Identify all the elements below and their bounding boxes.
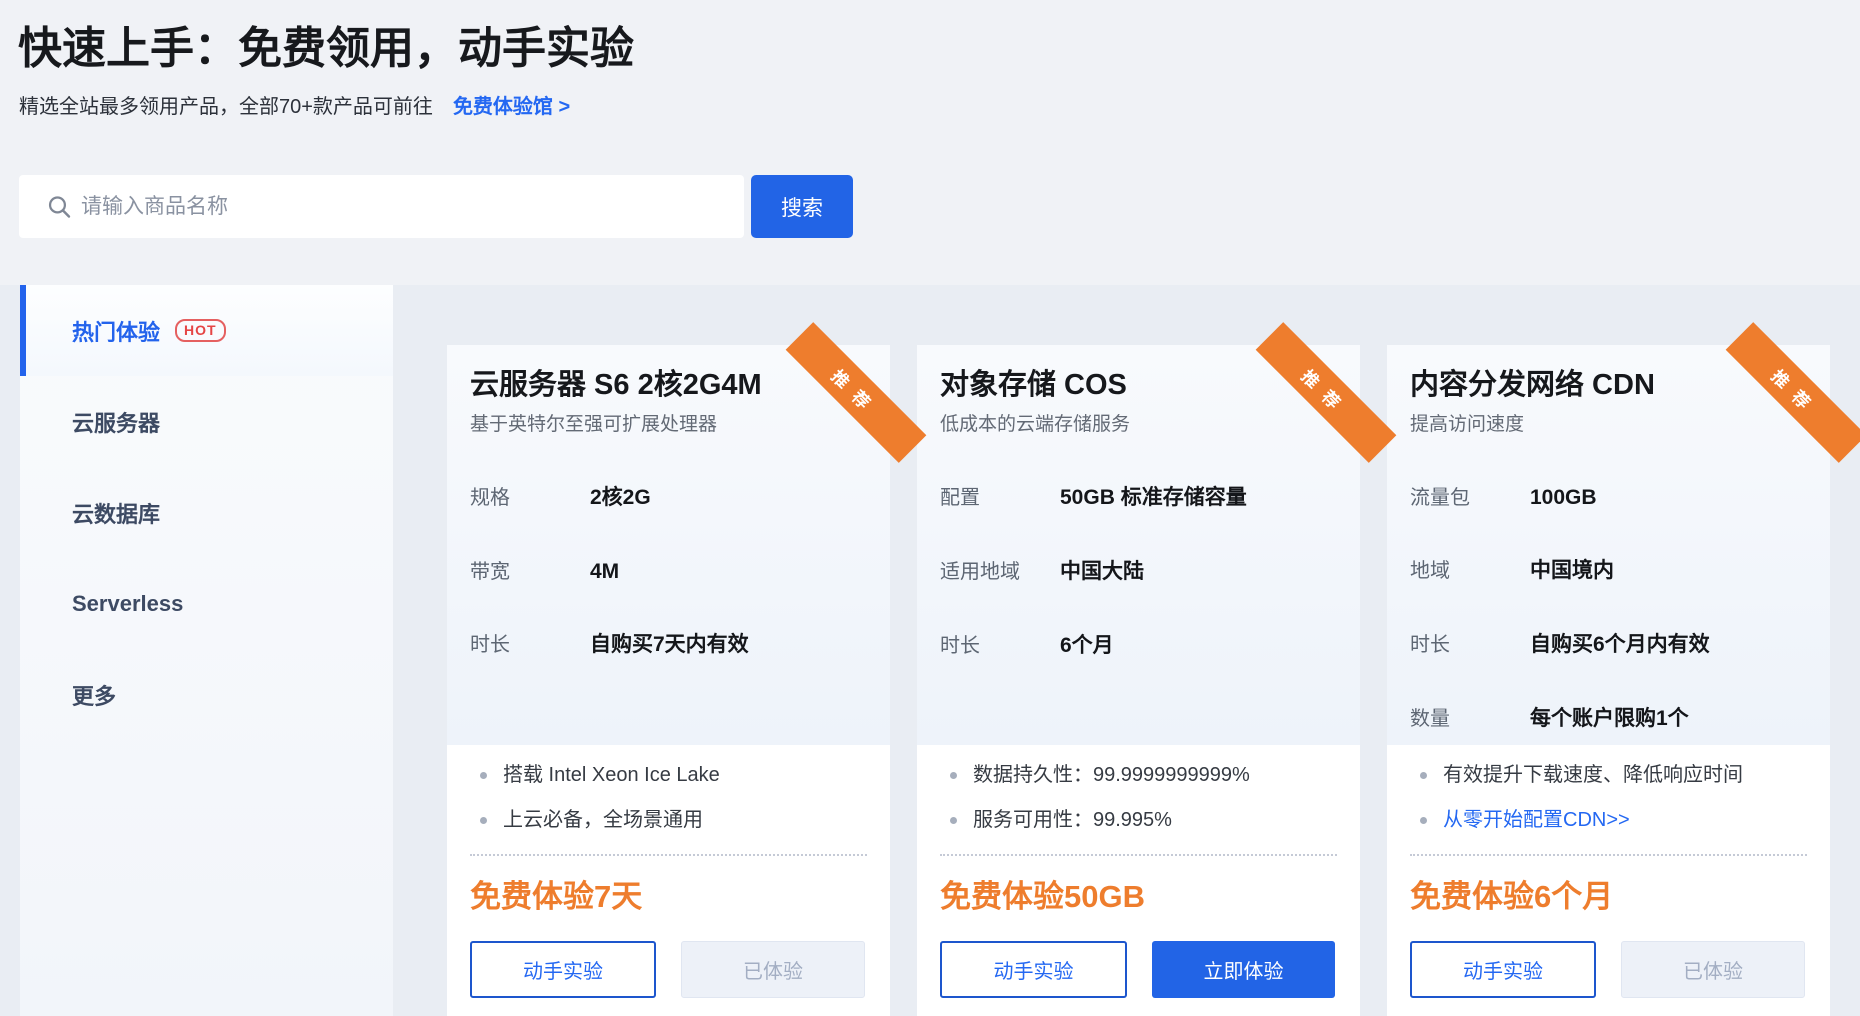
sidebar: 热门体验 HOT 云服务器 云数据库 Serverless 更多: [20, 285, 393, 1016]
action-button[interactable]: 动手实验: [470, 941, 656, 998]
search-button[interactable]: 搜索: [751, 175, 853, 238]
spec-value: 中国大陆: [1060, 555, 1144, 585]
free-trial-page: 快速上手：免费领用，动手实验 精选全站最多领用产品，全部70+款产品可前往 免费…: [0, 0, 1860, 1016]
card-buttons: 动手实验已体验: [1410, 941, 1805, 998]
spec-label: 时长: [470, 628, 590, 657]
spec-row: 时长 自购买7天内有效: [470, 628, 872, 658]
spec-label: 带宽: [470, 555, 590, 584]
product-card: 云服务器 S6 2核2G4M 基于英特尔至强可扩展处理器 规格 2核2G 带宽 …: [447, 345, 890, 1016]
card-title: 对象存储 COS: [940, 361, 1127, 403]
card-spec-section: 云服务器 S6 2核2G4M 基于英特尔至强可扩展处理器 规格 2核2G 带宽 …: [447, 345, 890, 745]
sidebar-item[interactable]: 云服务器: [20, 376, 393, 467]
sidebar-item[interactable]: Serverless: [20, 558, 393, 649]
bullet-link[interactable]: 从零开始配置CDN>>: [1410, 807, 1807, 834]
free-trial-hall-link[interactable]: 免费体验馆 >: [453, 90, 570, 119]
promo-text: 免费体验50GB: [940, 871, 1145, 916]
spec-row: 带宽 4M: [470, 555, 872, 584]
spec-row: 流量包 100GB: [1410, 481, 1812, 510]
sidebar-item[interactable]: 云数据库: [20, 467, 393, 558]
bullet-item: 搭载 Intel Xeon Ice Lake: [470, 762, 867, 789]
search-box: [19, 175, 744, 238]
action-button[interactable]: 已体验: [1621, 941, 1805, 998]
spec-label: 适用地域: [940, 555, 1060, 584]
action-button[interactable]: 已体验: [681, 941, 865, 998]
dotted-divider: [1410, 854, 1807, 856]
bullet-item: 服务可用性：99.995%: [940, 807, 1337, 834]
card-subtitle: 低成本的云端存储服务: [940, 409, 1130, 436]
promo-text: 免费体验7天: [470, 871, 642, 916]
spec-value: 自购买7天内有效: [590, 628, 749, 658]
bullet-text: 搭载 Intel Xeon Ice Lake: [503, 764, 720, 786]
action-button[interactable]: 动手实验: [1410, 941, 1596, 998]
spec-label: 规格: [470, 481, 590, 510]
bullet-list: 数据持久性：99.9999999999% 服务可用性：99.995%: [940, 762, 1337, 852]
sidebar-item-label: Serverless: [72, 591, 183, 617]
spec-list: 配置 50GB 标准存储容量 适用地域 中国大陆 时长 6个月: [940, 481, 1342, 703]
page-subtitle: 精选全站最多领用产品，全部70+款产品可前往 免费体验馆 >: [19, 90, 570, 119]
sidebar-item-label: 热门体验: [72, 315, 160, 347]
spec-label: 配置: [940, 481, 1060, 510]
spec-row: 时长 6个月: [940, 629, 1342, 659]
bullet-text: 从零开始配置CDN>>: [1443, 809, 1630, 831]
spec-value: 4M: [590, 560, 619, 584]
hot-badge: HOT: [175, 319, 226, 342]
bullet-text: 服务可用性：99.995%: [973, 809, 1172, 831]
spec-value: 100GB: [1530, 486, 1597, 510]
card-buttons: 动手实验已体验: [470, 941, 865, 998]
bullet-list: 搭载 Intel Xeon Ice Lake 上云必备，全场景通用: [470, 762, 867, 852]
dotted-divider: [470, 854, 867, 856]
spec-value: 自购买6个月内有效: [1530, 628, 1710, 658]
sidebar-item[interactable]: 热门体验 HOT: [20, 285, 393, 376]
card-subtitle: 提高访问速度: [1410, 409, 1524, 436]
bullet-text: 上云必备，全场景通用: [503, 809, 703, 831]
spec-row: 适用地域 中国大陆: [940, 555, 1342, 585]
spec-row: 地域 中国境内: [1410, 554, 1812, 584]
spec-row: 数量 每个账户限购1个: [1410, 702, 1812, 732]
product-card: 对象存储 COS 低成本的云端存储服务 配置 50GB 标准存储容量 适用地域 …: [917, 345, 1360, 1016]
bullet-text: 数据持久性：99.9999999999%: [973, 764, 1250, 786]
sidebar-item-label: 云服务器: [72, 406, 160, 438]
bullet-text: 有效提升下载速度、降低响应时间: [1443, 764, 1743, 786]
bullet-item: 有效提升下载速度、降低响应时间: [1410, 762, 1807, 789]
spec-label: 地域: [1410, 554, 1530, 583]
spec-label: 流量包: [1410, 481, 1530, 510]
bullet-item: 数据持久性：99.9999999999%: [940, 762, 1337, 789]
action-button[interactable]: 动手实验: [940, 941, 1127, 998]
card-spec-section: 对象存储 COS 低成本的云端存储服务 配置 50GB 标准存储容量 适用地域 …: [917, 345, 1360, 745]
spec-value: 50GB 标准存储容量: [1060, 481, 1247, 511]
sidebar-item[interactable]: 更多: [20, 649, 393, 740]
spec-value: 每个账户限购1个: [1530, 702, 1689, 732]
card-title: 内容分发网络 CDN: [1410, 361, 1655, 403]
spec-row: 时长 自购买6个月内有效: [1410, 628, 1812, 658]
spec-list: 流量包 100GB 地域 中国境内 时长 自购买6个月内有效 数量 每个账户限购…: [1410, 481, 1812, 776]
product-card: 内容分发网络 CDN 提高访问速度 流量包 100GB 地域 中国境内 时长 自…: [1387, 345, 1830, 1016]
promo-text: 免费体验6个月: [1410, 871, 1613, 916]
card-spec-section: 内容分发网络 CDN 提高访问速度 流量包 100GB 地域 中国境内 时长 自…: [1387, 345, 1830, 745]
spec-label: 数量: [1410, 702, 1530, 731]
spec-label: 时长: [940, 629, 1060, 658]
page-subtitle-text: 精选全站最多领用产品，全部70+款产品可前往: [19, 90, 433, 119]
spec-list: 规格 2核2G 带宽 4M 时长 自购买7天内有效: [470, 481, 872, 702]
action-button[interactable]: 立即体验: [1152, 941, 1335, 998]
card-title: 云服务器 S6 2核2G4M: [470, 361, 762, 403]
card-subtitle: 基于英特尔至强可扩展处理器: [470, 409, 717, 436]
bullet-item: 上云必备，全场景通用: [470, 807, 867, 834]
sidebar-item-label: 云数据库: [72, 497, 160, 529]
spec-row: 规格 2核2G: [470, 481, 872, 511]
page-title: 快速上手：免费领用，动手实验: [18, 12, 634, 76]
card-action-section: 搭载 Intel Xeon Ice Lake 上云必备，全场景通用 免费体验7天…: [447, 745, 890, 1016]
spec-value: 2核2G: [590, 481, 651, 511]
bullet-list: 有效提升下载速度、降低响应时间 从零开始配置CDN>>: [1410, 762, 1807, 852]
card-action-section: 数据持久性：99.9999999999% 服务可用性：99.995% 免费体验5…: [917, 745, 1360, 1016]
search-input[interactable]: [19, 175, 744, 238]
dotted-divider: [940, 854, 1337, 856]
spec-row: 配置 50GB 标准存储容量: [940, 481, 1342, 511]
card-action-section: 有效提升下载速度、降低响应时间 从零开始配置CDN>> 免费体验6个月 动手实验…: [1387, 745, 1830, 1016]
spec-value: 6个月: [1060, 629, 1114, 659]
card-buttons: 动手实验立即体验: [940, 941, 1335, 998]
spec-label: 时长: [1410, 628, 1530, 657]
sidebar-item-label: 更多: [72, 679, 116, 711]
spec-value: 中国境内: [1530, 554, 1614, 584]
